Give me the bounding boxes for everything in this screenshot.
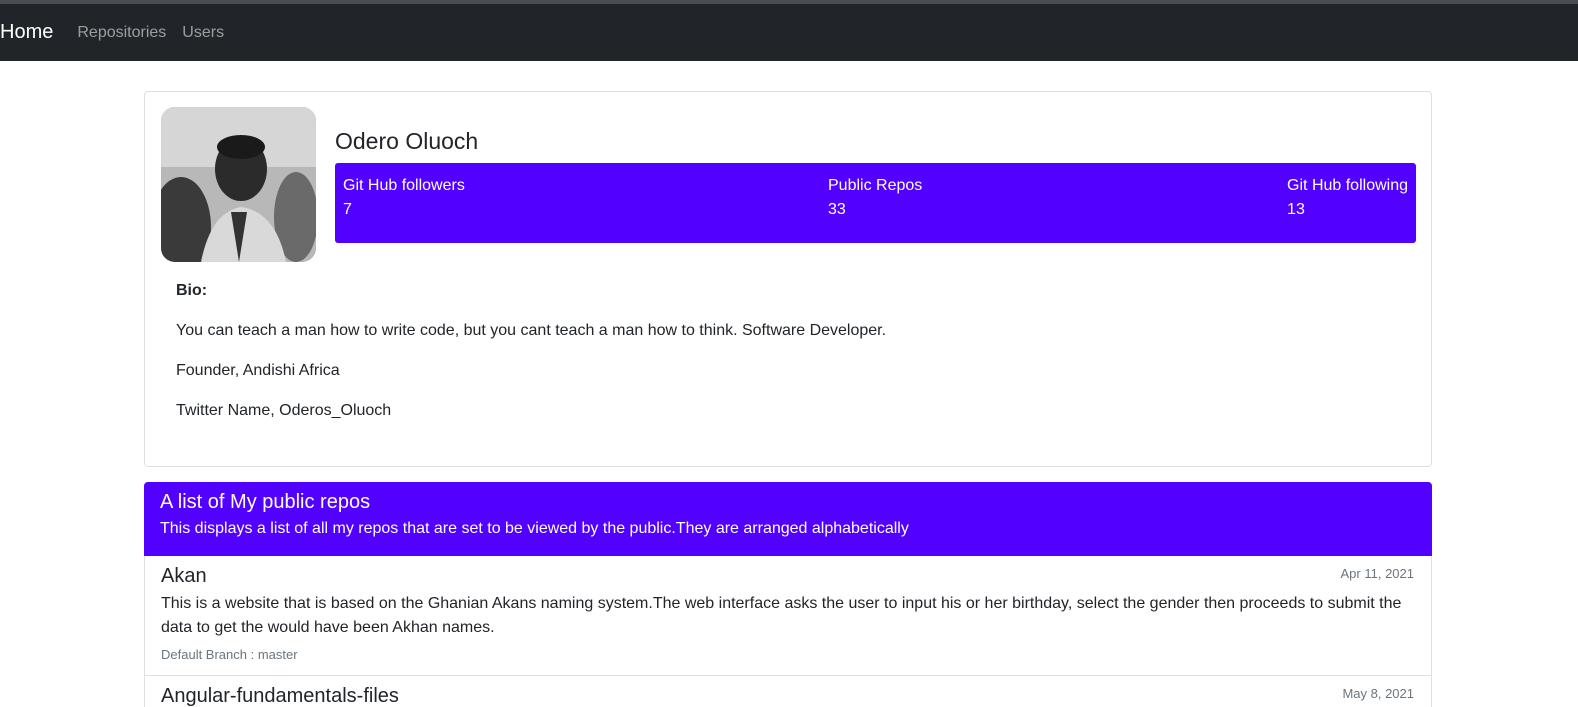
repos-title: A list of My public repos: [160, 491, 371, 513]
avatar: [161, 107, 316, 262]
stat-followers-label: Git Hub followers: [343, 177, 465, 194]
stat-followers-value: 7: [343, 201, 352, 218]
stat-following-value: 13: [1287, 201, 1305, 218]
profile-stats-bar: Git Hub followers 7 Public Repos 33 Git …: [335, 163, 1416, 243]
stat-repos-label: Public Repos: [828, 177, 923, 194]
nav-repositories-link[interactable]: Repositories: [77, 24, 166, 42]
stat-repos-value: 33: [828, 201, 846, 218]
stat-following-label: Git Hub following: [1287, 177, 1408, 194]
profile-name: Odero Oluoch: [335, 128, 479, 154]
stat-public-repos: Public Repos 33: [828, 174, 922, 222]
profile-card: Odero Oluoch Git Hub followers 7 Public …: [144, 91, 1432, 467]
bio-line: Founder, Andishi Africa: [176, 362, 340, 379]
stat-followers: Git Hub followers 7: [343, 174, 465, 222]
bio-line: You can teach a man how to write code, b…: [176, 322, 887, 339]
repo-list: Akan Apr 11, 2021 This is a website that…: [144, 556, 1432, 707]
repo-description: This is a website that is based on the G…: [161, 595, 1402, 636]
repos-subtitle: This displays a list of all my repos tha…: [160, 520, 909, 537]
repo-branch: Default Branch : master: [161, 647, 298, 662]
bio-label: Bio:: [176, 282, 208, 299]
repo-date: Apr 11, 2021: [1340, 566, 1414, 581]
nav-users-link[interactable]: Users: [182, 24, 224, 42]
stat-following: Git Hub following 13: [1287, 174, 1408, 222]
nav-home-link[interactable]: Home: [0, 21, 53, 44]
profile-photo-icon: [161, 107, 316, 262]
bio-section: Bio: You can teach a man how to write co…: [176, 279, 886, 439]
list-item[interactable]: Akan Apr 11, 2021 This is a website that…: [145, 556, 1431, 676]
top-navbar: Home Repositories Users: [0, 4, 1578, 61]
repo-name[interactable]: Angular-fundamentals-files: [161, 684, 1415, 707]
list-item[interactable]: Angular-fundamentals-files May 8, 2021: [145, 676, 1431, 707]
repos-header: A list of My public repos This displays …: [144, 482, 1432, 556]
repo-name[interactable]: Akan: [161, 564, 1415, 588]
repo-date: May 8, 2021: [1342, 686, 1414, 701]
bio-line: Twitter Name, Oderos_Oluoch: [176, 402, 392, 419]
